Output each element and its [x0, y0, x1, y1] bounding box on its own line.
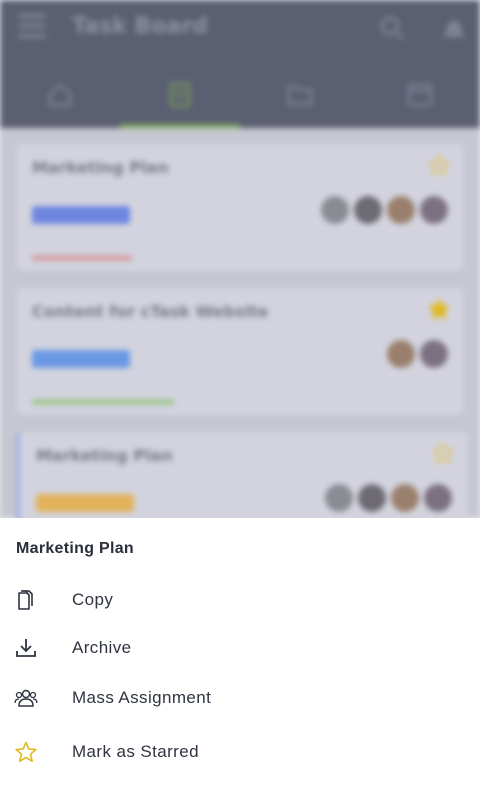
avatar: [325, 484, 353, 512]
avatar: [354, 196, 382, 224]
bell-icon[interactable]: [440, 14, 468, 42]
progress-bar: [32, 256, 132, 260]
assignee-avatars: [382, 340, 448, 370]
tab-board[interactable]: [120, 64, 240, 128]
action-bottom-sheet: Marketing Plan Copy Archive Mass Assignm…: [0, 518, 480, 800]
app-title: Task Board: [72, 14, 208, 39]
status-tag: [32, 350, 130, 368]
app-bar: Task Board: [0, 0, 480, 128]
menu-item-label: Mark as Starred: [72, 742, 199, 761]
avatar: [420, 196, 448, 224]
mass-assignment-menu-item[interactable]: Mass Assignment: [0, 676, 480, 720]
sheet-title: Marketing Plan: [16, 540, 135, 557]
tab-home[interactable]: [0, 64, 120, 128]
task-card[interactable]: Marketing Plan: [16, 144, 464, 272]
task-title: Marketing Plan: [32, 158, 169, 177]
avatar: [391, 484, 419, 512]
status-tag: [32, 206, 130, 224]
folder-icon: [287, 85, 313, 106]
calendar-icon: [407, 83, 433, 107]
status-tag: [36, 494, 134, 512]
archive-menu-item[interactable]: Archive: [0, 626, 480, 670]
task-title: Content for cTask Website: [32, 302, 269, 321]
avatar: [358, 484, 386, 512]
avatar: [424, 484, 452, 512]
copy-menu-item[interactable]: Copy: [0, 578, 480, 622]
star-icon[interactable]: [428, 154, 450, 176]
menu-item-label: Copy: [72, 590, 114, 609]
star-outline-icon: [15, 741, 37, 762]
board-icon: [169, 82, 191, 108]
assignee-avatars: [316, 196, 448, 226]
home-icon: [48, 83, 72, 107]
avatar: [387, 196, 415, 224]
group-users-icon: [14, 689, 38, 707]
star-icon[interactable]: [428, 298, 450, 320]
task-card[interactable]: Content for cTask Website: [16, 288, 464, 416]
tab-folder[interactable]: [240, 64, 360, 128]
mark-starred-menu-item[interactable]: Mark as Starred: [0, 730, 480, 774]
tab-bar: [0, 64, 480, 128]
progress-bar: [32, 400, 174, 404]
copy-icon: [18, 590, 33, 610]
menu-icon[interactable]: [18, 14, 46, 40]
menu-item-label: Archive: [72, 638, 132, 657]
task-title: Marketing Plan: [36, 446, 173, 465]
avatar: [387, 340, 415, 368]
task-list: Marketing Plan Content for cTask Website…: [0, 128, 480, 560]
assignee-avatars: [320, 484, 452, 514]
menu-item-label: Mass Assignment: [72, 688, 212, 707]
star-icon[interactable]: [432, 442, 454, 464]
tab-calendar[interactable]: [360, 64, 480, 128]
avatar: [321, 196, 349, 224]
archive-download-icon: [16, 639, 36, 657]
search-icon[interactable]: [378, 14, 406, 42]
avatar: [420, 340, 448, 368]
